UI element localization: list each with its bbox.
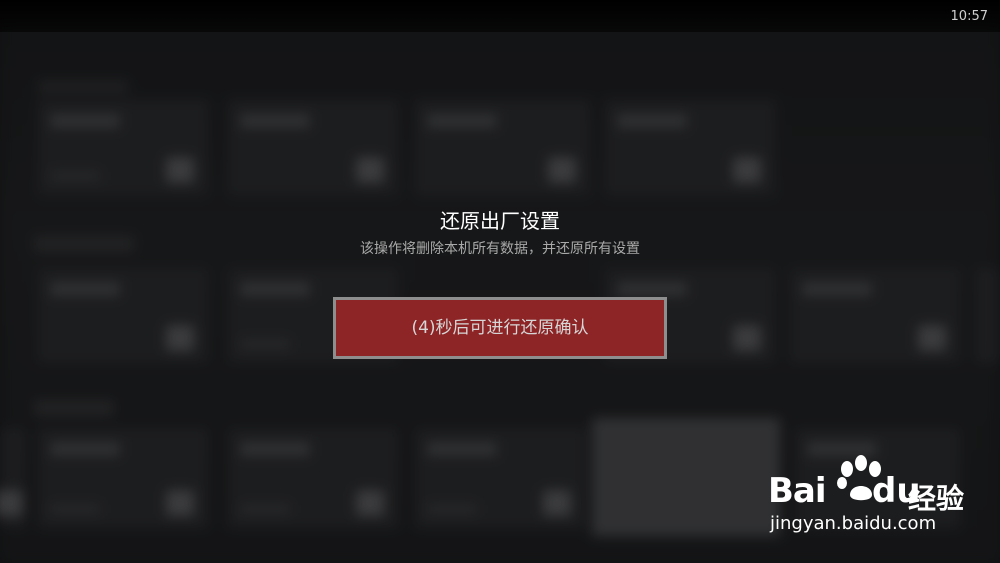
watermark-url: jingyan.baidu.com (770, 513, 937, 534)
dialog-subtitle: 该操作将删除本机所有数据，并还原所有设置 (360, 241, 640, 257)
status-clock: 10:57 (950, 9, 988, 24)
watermark-brand-bai: Bai (768, 471, 827, 511)
dialog-title: 还原出厂设置 (440, 209, 560, 233)
reset-confirm-button[interactable]: (4)秒后可进行还原确认 (333, 297, 667, 359)
watermark-brand-jingyan: 经验 (908, 482, 965, 515)
status-bar: 10:57 (0, 0, 1000, 32)
baidu-jingyan-watermark: Bai du 经验 jingyan.baidu.com (768, 455, 988, 545)
